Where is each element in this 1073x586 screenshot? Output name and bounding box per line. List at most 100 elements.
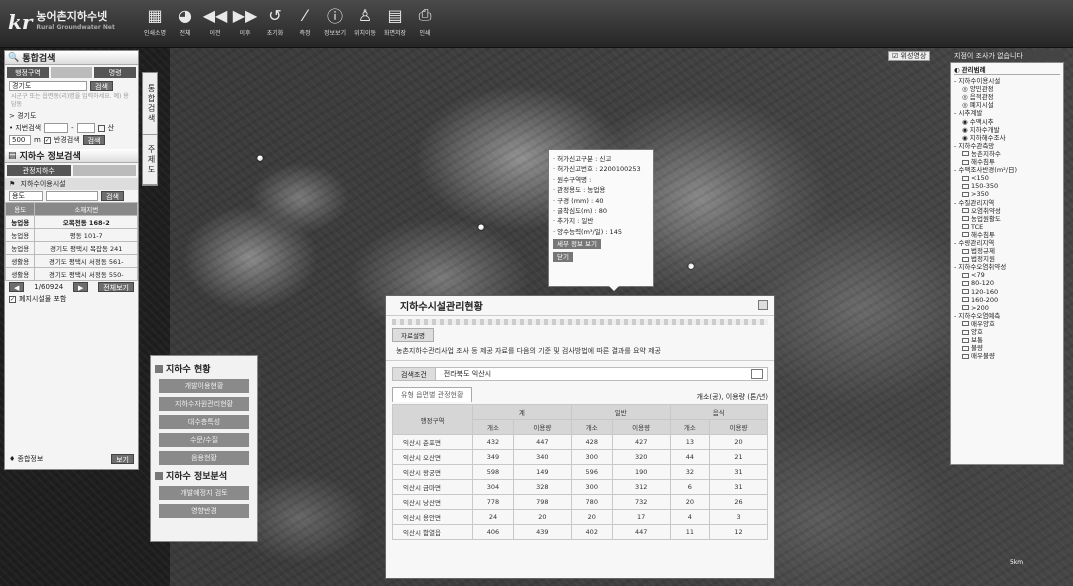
- legend-item[interactable]: <150: [954, 174, 1060, 182]
- status-banner: 지점이 조사가 없습니다: [950, 51, 1064, 61]
- toolbar-button-6[interactable]: ⓘ 정보보기: [322, 4, 348, 37]
- legend-item[interactable]: 해수침투: [954, 158, 1060, 166]
- legend-item[interactable]: 160-200: [954, 296, 1060, 304]
- lot-main-input[interactable]: [44, 123, 69, 133]
- radius-check-label: 반경검색: [53, 136, 80, 144]
- legend-item[interactable]: - 지하수오염예측: [954, 312, 1060, 320]
- legend-item[interactable]: 농촌지하수: [954, 150, 1060, 158]
- dialog-close-icon[interactable]: [758, 300, 768, 310]
- table-row[interactable]: 익산시 오산면 349 340 300 320 44 21: [392, 449, 768, 465]
- table-row[interactable]: 생활용 경기도 평택시 서정동 561-: [4, 254, 138, 268]
- legend-item[interactable]: - 수맥조사반경(m²/日): [954, 166, 1060, 174]
- table-row[interactable]: 농업용 오목천동 168-2: [4, 215, 138, 229]
- region-search-button[interactable]: 검색: [90, 81, 113, 91]
- table-row[interactable]: 농업용 경기도 평택시 목잡동 241: [4, 241, 138, 255]
- toolbar-button-0[interactable]: ▦ 인쇄소명: [142, 4, 168, 38]
- legend-item[interactable]: 보통: [954, 336, 1060, 344]
- popup-close-button[interactable]: 닫기: [553, 251, 573, 262]
- tab-admin-area[interactable]: 행정구역: [7, 67, 49, 78]
- toolbar-button-8[interactable]: ▤ 화면저장: [382, 4, 408, 38]
- tab-well-groundwater[interactable]: 관정지하수: [7, 165, 71, 176]
- table-row[interactable]: 익산시 낭산면 778 798 780 732 20 26: [392, 494, 768, 510]
- table-row[interactable]: 익산시 춘포면 432 447 428 427 13 20: [392, 434, 768, 450]
- legend-item[interactable]: 양호: [954, 328, 1060, 336]
- table-row[interactable]: 익산시 금마면 304 328 300 312 6 31: [392, 479, 768, 495]
- legend-item[interactable]: 법정규제: [954, 247, 1060, 255]
- grid-search-button[interactable]: 검색: [101, 191, 124, 201]
- lot-sub-input[interactable]: [76, 123, 95, 133]
- value-cell: 340: [512, 449, 572, 465]
- legend-item[interactable]: ◉ 수맥시추: [954, 118, 1060, 126]
- radius-input[interactable]: 500: [9, 135, 31, 145]
- table-row[interactable]: 생활용 경기도 평택시 서정동 550-: [4, 267, 138, 281]
- breadcrumb[interactable]: > 경기도: [5, 110, 138, 122]
- toolbar-button-2[interactable]: ◀◀ 이전: [202, 4, 228, 38]
- legend-item[interactable]: 농업원활도: [954, 215, 1060, 223]
- legend-item[interactable]: <79: [954, 271, 1060, 279]
- legend-item[interactable]: 매우불량: [954, 352, 1060, 360]
- legend-item[interactable]: 해수침투: [954, 231, 1060, 239]
- legend-item[interactable]: 150-350: [954, 182, 1060, 190]
- legend-item[interactable]: 80-120: [954, 279, 1060, 287]
- legend-item[interactable]: - 수량관리지역: [954, 239, 1060, 247]
- radius-search-button[interactable]: 검색: [82, 135, 106, 145]
- legend-item[interactable]: 오염취약성: [954, 207, 1060, 215]
- toolbar-button-7[interactable]: ♙ 위치이동: [352, 4, 378, 38]
- legend-item[interactable]: - 지하수관측망: [954, 142, 1060, 150]
- tab-town-wells[interactable]: 유형 읍면별 관정현황: [392, 387, 473, 402]
- tab-integrated-search[interactable]: 통합검색: [143, 73, 157, 135]
- toolbar-button-9[interactable]: ⎙ 인쇄: [412, 4, 438, 37]
- legend-item[interactable]: - 지하수오염취약성: [954, 263, 1060, 271]
- legend-item[interactable]: 120-160: [954, 288, 1060, 296]
- tab-theme-map[interactable]: 주제도: [143, 135, 157, 185]
- gw-button-b1-1[interactable]: 지하수자원관리현황: [159, 397, 249, 411]
- tab-name[interactable]: 명령: [94, 67, 137, 78]
- toolbar-label: 이전: [209, 30, 221, 37]
- gw-button-b1-0[interactable]: 개발이용현황: [159, 379, 249, 393]
- legend-label: 농업원활도: [971, 214, 1001, 223]
- legend-item[interactable]: 매우양호: [954, 320, 1060, 328]
- toolbar-button-3[interactable]: ▶▶ 이후: [232, 4, 258, 38]
- gw-button-b1-2[interactable]: 대수층특성: [159, 415, 249, 429]
- view-all-button[interactable]: 전체보기: [98, 282, 134, 292]
- site-logo[interactable]: kr 농어촌지하수넷 Rural Groundwater Net: [8, 10, 115, 34]
- radius-checkbox[interactable]: ✓: [43, 136, 51, 144]
- include-closed-checkbox[interactable]: ✓: [9, 295, 16, 303]
- legend-item[interactable]: 불량: [954, 344, 1060, 352]
- mountain-checkbox[interactable]: [97, 124, 105, 132]
- table-row[interactable]: 농업용 평동 101-7: [4, 228, 138, 242]
- search-condition-value[interactable]: 전라북도 익산시: [436, 369, 751, 379]
- address-filter-input[interactable]: [46, 191, 98, 201]
- legend-item[interactable]: - 시추계발: [954, 109, 1060, 117]
- prev-page-button[interactable]: ◀: [9, 282, 25, 292]
- summary-view-button[interactable]: 보기: [111, 454, 134, 464]
- toolbar-button-4[interactable]: ↺ 초기화: [262, 4, 288, 38]
- legend-label: 해수침투: [971, 230, 995, 239]
- legend-label: 보통: [971, 336, 983, 345]
- region-input[interactable]: 경기도: [9, 81, 87, 91]
- tab-other[interactable]: [72, 165, 136, 176]
- legend-item[interactable]: - 지하수이용시설: [954, 77, 1060, 85]
- legend-swatch: [962, 289, 969, 295]
- next-page-button[interactable]: ▶: [73, 282, 89, 292]
- legend-item[interactable]: ◉ 지하해수조사: [954, 134, 1060, 142]
- legend-item[interactable]: ◉ 지하수개발: [954, 126, 1060, 134]
- table-row[interactable]: 익산시 함열읍 406 439 402 447 11 12: [392, 524, 768, 540]
- table-row[interactable]: 익산시 왕궁면 598 149 596 190 32 31: [392, 464, 768, 480]
- table-row[interactable]: 익산시 용안면 24 20 20 17 4 3: [392, 509, 768, 525]
- gw-button-b2-1[interactable]: 영향반경: [159, 504, 249, 518]
- legend-item[interactable]: TCE: [954, 223, 1060, 231]
- usage-select[interactable]: 용도: [9, 191, 43, 201]
- legend-item[interactable]: >200: [954, 304, 1060, 312]
- legend-item[interactable]: - 수질관리지역: [954, 199, 1060, 207]
- tab-address[interactable]: [50, 67, 93, 78]
- detail-view-button[interactable]: 세부 정보 보기: [553, 239, 602, 250]
- search-condition-icon[interactable]: [751, 369, 763, 379]
- toolbar-button-5[interactable]: ⁄ 측정: [292, 4, 318, 38]
- satellite-toggle[interactable]: ☑ 위성영상: [888, 51, 931, 61]
- gw-button-b2-0[interactable]: 개발예정지 검토: [159, 486, 249, 500]
- toolbar-button-1[interactable]: ◕ 전체: [172, 4, 198, 38]
- gw-button-b1-3[interactable]: 수문/수질: [159, 433, 249, 447]
- gw-button-b1-4[interactable]: 음용현황: [159, 451, 249, 465]
- legend-item[interactable]: >350: [954, 190, 1060, 198]
